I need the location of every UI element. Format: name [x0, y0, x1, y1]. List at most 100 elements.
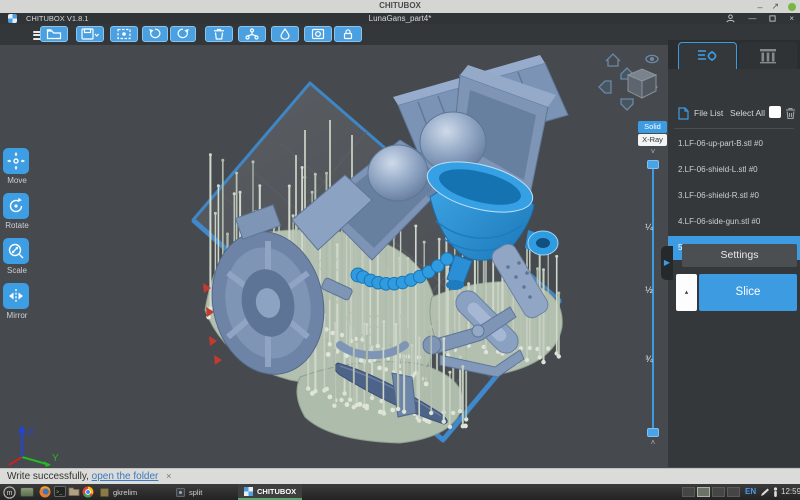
rotate-tool-button[interactable] — [3, 193, 29, 219]
workspace-1[interactable] — [682, 487, 695, 497]
scale-icon — [7, 242, 25, 260]
tab-print-settings[interactable] — [678, 42, 737, 69]
select-all-label: Select All — [730, 108, 765, 118]
app-minimize-button[interactable]: — — [748, 14, 756, 23]
hollow-button[interactable] — [271, 26, 299, 42]
mirror-tool-button[interactable] — [3, 283, 29, 309]
save-button[interactable] — [76, 26, 104, 42]
chitubox-window-icon — [244, 487, 253, 496]
move-icon — [7, 152, 25, 170]
panel-collapse-handle[interactable]: ▶ — [661, 246, 673, 280]
document-title: LunaGans_part4* — [0, 14, 800, 23]
lock-button[interactable] — [334, 26, 362, 42]
pencil-tray-icon[interactable] — [760, 488, 770, 497]
axis-z-label: Z — [28, 427, 34, 438]
file-row-3[interactable]: 3.LF-06-shield-R.stl #0 — [668, 184, 800, 208]
file-row-4[interactable]: 4.LF-06-side-gun.stl #0 — [668, 210, 800, 234]
app-restore-button[interactable] — [769, 15, 776, 22]
perspective-eye-icon — [646, 55, 658, 62]
redo-button[interactable] — [170, 26, 196, 42]
open-file-button[interactable] — [40, 26, 68, 42]
clone-button[interactable] — [238, 26, 266, 42]
file-row-1[interactable]: 1.LF-06-up-part-B.stl #0 — [668, 132, 800, 156]
taskbar-window-chitubox[interactable]: CHITUBOX — [238, 484, 302, 500]
rotate-left-arrow — [599, 81, 611, 93]
hollow-drop-icon — [278, 28, 292, 40]
select-all-checkbox[interactable] — [769, 106, 781, 118]
chitubox-app-window: CHITUBOX – ↗ CHITUBOX V1.8.1 LunaGans_pa… — [0, 0, 800, 500]
solid-view-button[interactable]: Solid — [638, 121, 667, 133]
delete-button[interactable] — [205, 26, 233, 42]
status-bar: Write successfully, open the folder × — [0, 468, 800, 484]
language-indicator[interactable]: EN — [745, 487, 756, 496]
split-window-icon — [176, 488, 185, 497]
clip-chevron-down[interactable]: ˅ — [645, 147, 661, 156]
open-folder-link[interactable]: open the folder — [92, 471, 159, 482]
terminal-icon[interactable]: >_ — [54, 486, 66, 497]
capture-button[interactable] — [110, 26, 138, 42]
taskbar-window-split[interactable]: split — [170, 484, 208, 500]
delete-files-trash-icon[interactable] — [785, 107, 796, 120]
clip-chevron-up[interactable]: ˄ — [645, 438, 661, 447]
xray-view-button[interactable]: X-Ray — [638, 134, 667, 146]
lock-icon — [340, 28, 356, 40]
clipping-slider-handle-bottom[interactable] — [647, 428, 659, 437]
undo-button[interactable] — [142, 26, 168, 42]
file-icon — [678, 107, 689, 120]
workspace-2-active[interactable] — [697, 487, 710, 497]
os-minimize-button[interactable]: – — [757, 2, 762, 12]
os-titlebar[interactable]: CHITUBOX – ↗ — [0, 0, 800, 13]
clock: 12:59 — [781, 487, 800, 496]
move-tool-button[interactable] — [3, 148, 29, 174]
mirror-icon — [7, 287, 25, 305]
undo-icon — [148, 28, 162, 40]
panel-tabs — [668, 40, 800, 69]
slice-button[interactable]: Slice — [699, 274, 797, 311]
settings-button[interactable]: Settings — [682, 244, 797, 267]
clipping-slider-track[interactable] — [652, 166, 654, 432]
trash-icon — [211, 28, 227, 40]
rotate-down-arrow — [621, 99, 633, 110]
taskbar: m >_ gkrelim split — [0, 484, 800, 500]
scale-tool-button[interactable] — [3, 238, 29, 264]
file-row-2[interactable]: 2.LF-06-shield-L.stl #0 — [668, 158, 800, 182]
slice-options-button[interactable]: ▴ — [676, 274, 697, 311]
rotate-tool-label: Rotate — [0, 221, 34, 230]
mint-menu-icon[interactable]: m — [3, 486, 16, 499]
dig-hole-button[interactable] — [304, 26, 332, 42]
files-icon[interactable] — [68, 486, 80, 497]
right-panel: File List Select All 1.LF-06-up-part-B.s… — [668, 40, 800, 467]
slider-half-label: ½ — [640, 285, 658, 295]
show-desktop-icon[interactable] — [20, 487, 34, 497]
os-maximize-button[interactable]: ↗ — [771, 1, 779, 12]
home-view-icon — [606, 54, 620, 66]
tray-indicator-icon[interactable] — [772, 487, 779, 498]
user-account-icon[interactable] — [726, 14, 735, 23]
chrome-icon[interactable] — [82, 486, 94, 498]
open-folder-icon — [46, 28, 62, 40]
clone-tree-icon — [244, 28, 260, 40]
workspace-4[interactable] — [727, 487, 740, 497]
gkrelim-window-icon — [100, 488, 109, 497]
support-pillars-icon — [758, 48, 778, 64]
axis-y-label: Y — [52, 453, 59, 464]
capture-frame-icon — [116, 28, 132, 40]
file-list-separator — [674, 128, 794, 129]
viewport-canvas[interactable]: Z Y — [0, 45, 668, 468]
clipping-slider-handle-top[interactable] — [647, 160, 659, 169]
app-titlebar[interactable]: CHITUBOX V1.8.1 LunaGans_part4* — × — [0, 13, 800, 24]
mirror-tool-label: Mirror — [0, 311, 34, 320]
tab-support[interactable] — [739, 42, 797, 69]
taskbar-window-gkrelim[interactable]: gkrelim — [94, 484, 143, 500]
view-navigation-cube[interactable] — [599, 54, 658, 110]
workspace-3[interactable] — [712, 487, 725, 497]
status-message: Write successfully, — [7, 471, 89, 482]
save-icon — [81, 28, 99, 40]
redo-icon — [176, 28, 190, 40]
slider-quarter-label: ¼ — [640, 222, 658, 232]
app-close-button[interactable]: × — [789, 14, 794, 23]
firefox-icon[interactable] — [39, 486, 51, 498]
file-list-label: File List — [694, 108, 723, 118]
os-close-button[interactable] — [788, 3, 796, 11]
status-dismiss-button[interactable]: × — [166, 471, 171, 481]
